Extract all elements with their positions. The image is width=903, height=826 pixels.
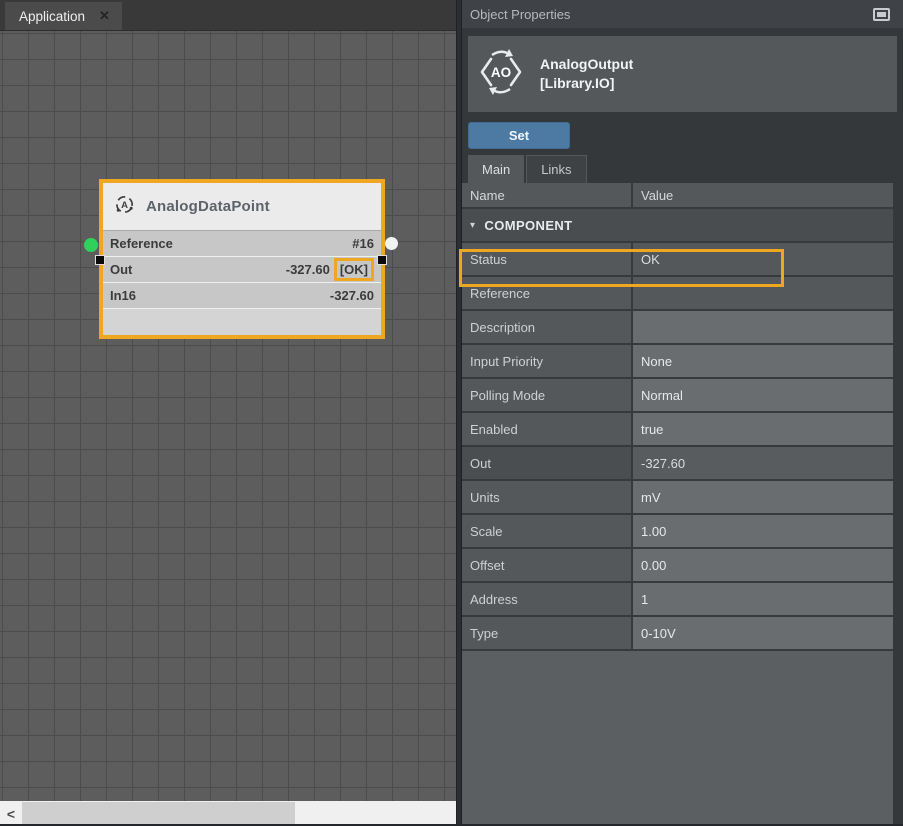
- table-row-out[interactable]: Out -327.60: [462, 447, 893, 481]
- analog-datapoint-block[interactable]: A AnalogDataPoint Reference #16 Out -327…: [99, 179, 385, 339]
- svg-text:AO: AO: [491, 65, 511, 80]
- table-empty-area: [462, 651, 893, 826]
- dock-panel-icon[interactable]: [873, 8, 890, 21]
- block-footer: [103, 309, 381, 335]
- block-slot-name: In16: [110, 288, 136, 303]
- input-port-dot[interactable]: [84, 238, 98, 252]
- block-row-in16[interactable]: In16 -327.60: [103, 283, 381, 309]
- table-row-type[interactable]: Type 0-10V: [462, 617, 893, 651]
- wiresheet-canvas[interactable]: A AnalogDataPoint Reference #16 Out -327…: [0, 30, 456, 801]
- block-header[interactable]: A AnalogDataPoint: [103, 183, 381, 231]
- block-slot-value: -327.60 [OK]: [286, 261, 374, 278]
- panel-title: Object Properties: [470, 7, 873, 22]
- table-header-row: Name Value: [462, 183, 893, 209]
- ok-status-annotation: [OK]: [334, 258, 374, 281]
- svg-text:A: A: [121, 200, 128, 211]
- table-row-input-priority[interactable]: Input Priority None: [462, 345, 893, 379]
- block-slot-name: Reference: [110, 236, 173, 251]
- selection-handle-left[interactable]: [95, 255, 105, 265]
- scroll-left-arrow-icon[interactable]: <: [0, 806, 22, 822]
- tab-links[interactable]: Links: [526, 155, 586, 183]
- group-label: COMPONENT: [484, 218, 572, 233]
- block-slot-value: -327.60: [330, 288, 374, 303]
- output-port-dot[interactable]: [385, 237, 398, 250]
- table-row-description[interactable]: Description: [462, 311, 893, 345]
- application-window: Application ✕ A AnalogDataPoint: [0, 0, 903, 826]
- table-row-polling-mode[interactable]: Polling Mode Normal: [462, 379, 893, 413]
- tab-close-icon[interactable]: ✕: [99, 8, 110, 24]
- analog-datapoint-icon: A: [114, 194, 135, 220]
- selection-handle-right[interactable]: [377, 255, 387, 265]
- panel-title-bar: Object Properties: [462, 0, 903, 28]
- scrollbar-thumb[interactable]: [22, 802, 295, 825]
- table-row-enabled[interactable]: Enabled true: [462, 413, 893, 447]
- analog-output-icon: AO: [478, 48, 524, 101]
- properties-table: Name Value ▾ COMPONENT Status OK Referen…: [462, 183, 893, 651]
- table-row-address[interactable]: Address 1: [462, 583, 893, 617]
- tab-application[interactable]: Application ✕: [5, 2, 122, 30]
- table-row-status[interactable]: Status OK: [462, 243, 893, 277]
- object-type-name: AnalogOutput: [540, 55, 633, 74]
- block-title: AnalogDataPoint: [146, 198, 270, 215]
- block-slot-value: #16: [352, 236, 374, 251]
- block-row-out[interactable]: Out -327.60 [OK]: [103, 257, 381, 283]
- document-tab-bar: Application ✕: [0, 0, 456, 30]
- object-properties-panel: Object Properties AO AnalogOutput [Libra…: [462, 0, 903, 826]
- tab-main[interactable]: Main: [468, 155, 524, 183]
- group-header-component[interactable]: ▾ COMPONENT: [462, 209, 893, 243]
- set-button[interactable]: Set: [468, 122, 570, 149]
- horizontal-scrollbar[interactable]: <: [0, 801, 456, 826]
- column-header-value: Value: [633, 183, 893, 207]
- block-slot-name: Out: [110, 262, 132, 277]
- column-header-name: Name: [462, 183, 633, 207]
- properties-tabs: Main Links: [462, 155, 903, 183]
- block-row-reference[interactable]: Reference #16: [103, 231, 381, 257]
- tab-application-label: Application: [19, 9, 85, 24]
- editor-pane: Application ✕ A AnalogDataPoint: [0, 0, 456, 826]
- table-row-units[interactable]: Units mV: [462, 481, 893, 515]
- out-value: -327.60: [286, 262, 330, 277]
- object-header-card: AO AnalogOutput [Library.IO]: [468, 36, 897, 112]
- collapse-arrow-icon[interactable]: ▾: [470, 220, 475, 231]
- table-row-scale[interactable]: Scale 1.00: [462, 515, 893, 549]
- object-library: [Library.IO]: [540, 74, 633, 93]
- table-row-offset[interactable]: Offset 0.00: [462, 549, 893, 583]
- table-row-reference[interactable]: Reference: [462, 277, 893, 311]
